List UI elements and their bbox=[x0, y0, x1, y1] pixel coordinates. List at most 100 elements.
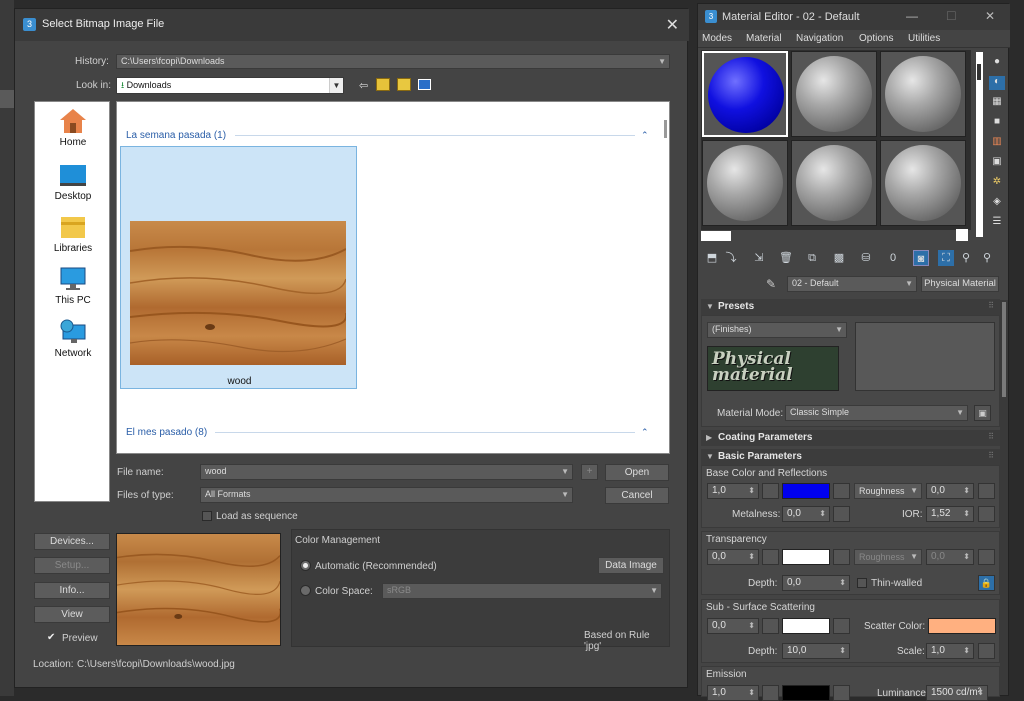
map-button[interactable] bbox=[762, 483, 779, 499]
new-folder-icon[interactable] bbox=[397, 78, 411, 91]
slots-vscroll[interactable] bbox=[976, 52, 983, 237]
sss-depth-spinner[interactable]: 10,0 ⬍ bbox=[782, 643, 850, 659]
view-menu-icon[interactable] bbox=[418, 79, 431, 90]
map-button[interactable] bbox=[978, 549, 995, 565]
base-color-swatch[interactable] bbox=[782, 483, 830, 499]
up-folder-icon[interactable] bbox=[376, 78, 390, 91]
menu-material[interactable]: Material bbox=[746, 33, 782, 44]
map-button[interactable] bbox=[978, 643, 995, 659]
delete-icon[interactable]: 🗑 bbox=[778, 250, 794, 266]
sample-slot[interactable] bbox=[791, 140, 877, 226]
uv-tiling-icon[interactable]: ■ bbox=[989, 116, 1005, 130]
group-header-last-week[interactable]: La semana pasada (1) bbox=[126, 130, 226, 141]
presets-rollout-header[interactable]: ▼ Presets ⠿ bbox=[701, 299, 1000, 315]
save-preset-icon[interactable]: ▣ bbox=[974, 405, 991, 421]
make-copy-icon[interactable]: ⧉ bbox=[804, 250, 820, 266]
place-network[interactable]: Network bbox=[35, 319, 111, 359]
menu-options[interactable]: Options bbox=[859, 33, 893, 44]
put-to-scene-icon[interactable]: ⤵ bbox=[723, 250, 739, 266]
color-space-radio[interactable] bbox=[300, 585, 311, 596]
minimize-icon[interactable]: — bbox=[906, 9, 918, 23]
devices-button[interactable]: Devices... bbox=[34, 533, 110, 550]
presets-dropdown[interactable]: (Finishes) ▼ bbox=[707, 322, 847, 338]
base-weight-spinner[interactable]: 1,0 ⬍ bbox=[707, 483, 759, 499]
transparency-weight-spinner[interactable]: 0,0 ⬍ bbox=[707, 549, 759, 565]
place-desktop[interactable]: Desktop bbox=[35, 162, 111, 202]
go-to-parent-icon[interactable]: ⚲ bbox=[958, 250, 974, 266]
map-button[interactable] bbox=[833, 506, 850, 522]
maximize-icon[interactable]: ☐ bbox=[946, 9, 957, 23]
dialog-titlebar[interactable]: 3 Select Bitmap Image File ✕ bbox=[15, 9, 689, 41]
sample-slot[interactable] bbox=[880, 51, 966, 137]
emission-color-swatch[interactable] bbox=[782, 685, 830, 701]
get-material-icon[interactable]: ⬒ bbox=[704, 250, 720, 266]
make-unique-icon[interactable]: ▩ bbox=[831, 250, 847, 266]
close-icon[interactable]: ✕ bbox=[985, 9, 995, 23]
video-color-icon[interactable]: ▥ bbox=[989, 136, 1005, 150]
map-button[interactable] bbox=[762, 618, 779, 634]
history-dropdown[interactable]: C:\Users\fcopi\Downloads ▼ bbox=[116, 54, 670, 69]
cancel-button[interactable]: Cancel bbox=[605, 487, 669, 504]
automatic-radio[interactable] bbox=[300, 560, 311, 571]
metalness-spinner[interactable]: 0,0 ⬍ bbox=[782, 506, 830, 522]
background-icon[interactable]: ▦ bbox=[989, 96, 1005, 110]
basic-rollout-header[interactable]: ▼ Basic Parameters ⠿ bbox=[701, 449, 1000, 465]
place-this-pc[interactable]: This PC bbox=[35, 266, 111, 306]
chevron-up-icon[interactable]: ⌃ bbox=[641, 130, 649, 141]
emission-weight-spinner[interactable]: 1,0 ⬍ bbox=[707, 685, 759, 701]
map-button[interactable] bbox=[833, 685, 850, 701]
preview-check-icon[interactable]: ✔ bbox=[47, 632, 55, 643]
sample-slot[interactable] bbox=[880, 140, 966, 226]
material-name-dropdown[interactable]: 02 - Default ▼ bbox=[787, 276, 917, 292]
sample-slot[interactable] bbox=[702, 140, 788, 226]
info-button[interactable]: Info... bbox=[34, 582, 110, 599]
open-button[interactable]: Open bbox=[605, 464, 669, 481]
view-button[interactable]: View bbox=[34, 606, 110, 623]
menu-utilities[interactable]: Utilities bbox=[908, 33, 940, 44]
map-button[interactable] bbox=[978, 483, 995, 499]
material-mode-dropdown[interactable]: Classic Simple ▼ bbox=[785, 405, 968, 421]
lookin-dropdown[interactable]: ⭳ Downloads ▼ bbox=[116, 77, 344, 94]
select-by-material-icon[interactable]: ◈ bbox=[989, 196, 1005, 210]
data-image-button[interactable]: Data Image bbox=[598, 557, 664, 574]
map-button[interactable] bbox=[833, 549, 850, 565]
put-to-library-icon[interactable]: ⛁ bbox=[858, 250, 874, 266]
filetype-dropdown[interactable]: All Formats ▼ bbox=[200, 487, 573, 503]
trans-depth-spinner[interactable]: 0,0 ⬍ bbox=[782, 575, 850, 591]
show-shaded-icon[interactable]: ◙ bbox=[913, 250, 929, 266]
file-tile-wood[interactable]: wood bbox=[120, 146, 357, 389]
close-icon[interactable]: ✕ bbox=[666, 15, 679, 35]
scatter-color-swatch[interactable] bbox=[928, 618, 996, 634]
load-sequence-checkbox[interactable] bbox=[202, 511, 212, 521]
menu-modes[interactable]: Modes bbox=[702, 33, 732, 44]
map-button[interactable] bbox=[833, 618, 850, 634]
menu-navigation[interactable]: Navigation bbox=[796, 33, 843, 44]
place-home[interactable]: Home bbox=[35, 108, 111, 148]
file-list[interactable]: La semana pasada (1) ⌃ wood El mes pasad… bbox=[116, 101, 670, 454]
trans-roughness-dropdown[interactable]: Roughness ▼ bbox=[854, 549, 922, 565]
filename-input[interactable]: wood ▼ bbox=[200, 464, 573, 480]
trans-roughness-spinner[interactable]: 0,0 ⬍ bbox=[926, 549, 974, 565]
transparency-color-swatch[interactable] bbox=[782, 549, 830, 565]
assign-material-icon[interactable]: ⇲ bbox=[751, 250, 767, 266]
setup-button[interactable]: Setup... bbox=[34, 557, 110, 574]
backlight-icon[interactable]: ◐ bbox=[989, 76, 1005, 90]
scale-spinner[interactable]: 1,0 ⬍ bbox=[926, 643, 974, 659]
material-id-icon[interactable]: 0 bbox=[885, 250, 901, 266]
eyedropper-icon[interactable]: ✎ bbox=[766, 277, 776, 291]
sss-weight-spinner[interactable]: 0,0 ⬍ bbox=[707, 618, 759, 634]
coating-rollout-header[interactable]: ▶ Coating Parameters ⠿ bbox=[701, 430, 1000, 446]
luminance-spinner[interactable]: 1500 cd/m² ⬍ bbox=[926, 685, 988, 701]
options-icon[interactable]: ✲ bbox=[989, 176, 1005, 190]
map-button[interactable] bbox=[833, 483, 850, 499]
map-button[interactable] bbox=[762, 685, 779, 701]
thin-walled-checkbox[interactable] bbox=[857, 578, 867, 588]
map-button[interactable] bbox=[978, 506, 995, 522]
make-preview-icon[interactable]: ▣ bbox=[989, 156, 1005, 170]
group-header-last-month[interactable]: El mes pasado (8) bbox=[126, 427, 207, 438]
parameters-scrollbar[interactable] bbox=[1000, 300, 1008, 695]
back-arrow-icon[interactable]: ⇦ bbox=[359, 79, 368, 92]
go-forward-icon[interactable]: ⚲ bbox=[979, 250, 995, 266]
sample-slot[interactable] bbox=[702, 51, 788, 137]
show-end-result-icon[interactable]: ⛶ bbox=[938, 250, 954, 266]
